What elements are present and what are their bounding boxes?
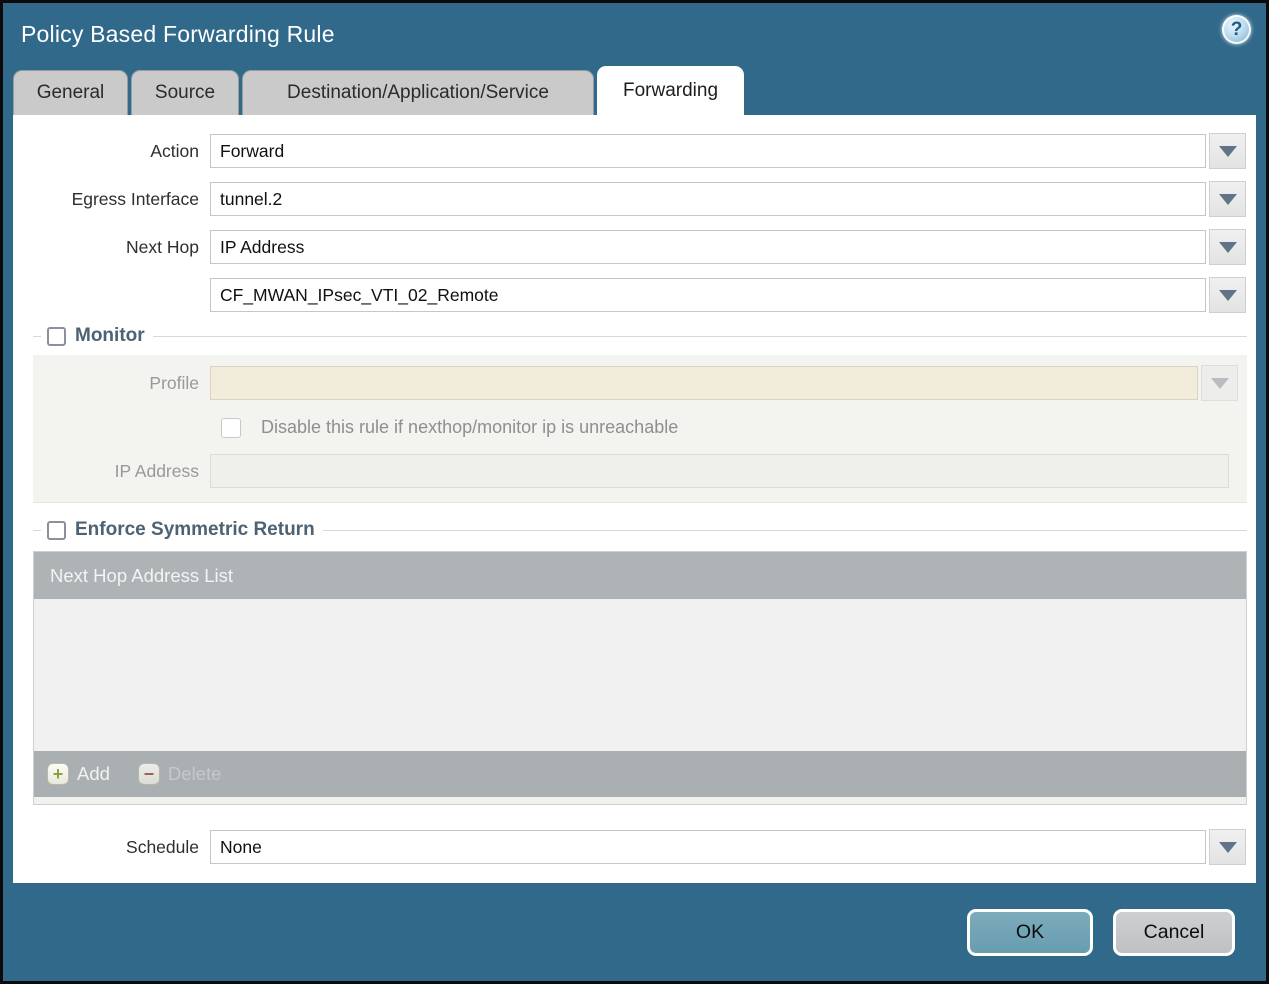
action-row: Action Forward — [13, 133, 1246, 169]
forwarding-tab-panel: Action Forward Egress Interface tunnel.2… — [13, 115, 1256, 883]
chevron-down-icon — [1210, 377, 1229, 389]
next-hop-address-dropdown-button[interactable] — [1209, 277, 1246, 313]
dialog-title: Policy Based Forwarding Rule — [21, 20, 335, 47]
disable-rule-row: Disable this rule if nexthop/monitor ip … — [221, 417, 1238, 438]
next-hop-row: Next Hop IP Address — [13, 229, 1246, 265]
ok-button[interactable]: OK — [967, 908, 1093, 956]
add-button[interactable]: + Add — [47, 763, 110, 785]
egress-interface-label: Egress Interface — [71, 188, 199, 209]
next-hop-select[interactable]: IP Address — [210, 230, 1206, 264]
help-icon[interactable]: ? — [1222, 15, 1251, 44]
disable-rule-label: Disable this rule if nexthop/monitor ip … — [261, 417, 679, 437]
chevron-down-icon — [1218, 241, 1237, 253]
tab-destination-application-service[interactable]: Destination/Application/Service — [242, 70, 594, 115]
egress-interface-row: Egress Interface tunnel.2 — [13, 181, 1246, 217]
action-select[interactable]: Forward — [210, 134, 1206, 168]
schedule-label: Schedule — [126, 836, 199, 857]
monitor-legend-row: Monitor — [33, 325, 1247, 347]
legend-line — [33, 529, 41, 531]
monitor-panel: Profile Disable this rule if nexthop/mon… — [33, 355, 1247, 503]
dialog-footer: OK Cancel — [3, 883, 1266, 981]
enforce-symmetric-return-checkbox[interactable] — [47, 520, 66, 540]
add-button-label: Add — [77, 763, 110, 784]
chevron-down-icon — [1218, 193, 1237, 205]
action-dropdown-button[interactable] — [1209, 133, 1246, 169]
monitor-legend-label: Monitor — [75, 325, 145, 346]
next-hop-address-row: CF_MWAN_IPsec_VTI_02_Remote — [13, 277, 1246, 313]
schedule-row: Schedule None — [13, 829, 1246, 865]
tab-forwarding[interactable]: Forwarding — [597, 66, 744, 115]
table-bottom-strip — [34, 797, 1246, 804]
policy-based-forwarding-dialog: Policy Based Forwarding Rule ? General S… — [0, 0, 1269, 984]
enforce-symmetric-return-section: Enforce Symmetric Return Next Hop Addres… — [33, 519, 1247, 805]
table-body-empty[interactable] — [34, 599, 1246, 751]
next-hop-address-select[interactable]: CF_MWAN_IPsec_VTI_02_Remote — [210, 278, 1206, 312]
legend-line — [322, 529, 1247, 531]
disable-rule-checkbox — [221, 417, 241, 438]
schedule-dropdown-button[interactable] — [1209, 829, 1246, 865]
monitor-profile-select — [210, 366, 1198, 400]
delete-button-label: Delete — [167, 763, 222, 784]
monitor-ip-address-row: IP Address — [33, 454, 1238, 488]
legend-line — [33, 335, 41, 337]
delete-button: − Delete — [137, 763, 222, 785]
monitor-legend: Monitor — [41, 325, 153, 347]
table-header-next-hop-address-list: Next Hop Address List — [34, 552, 1246, 599]
tabstrip: General Source Destination/Application/S… — [3, 65, 1266, 115]
egress-interface-dropdown-button[interactable] — [1209, 181, 1246, 217]
minus-icon: − — [137, 763, 160, 785]
chevron-down-icon — [1218, 289, 1237, 301]
dialog-titlebar: Policy Based Forwarding Rule ? — [3, 3, 1266, 65]
chevron-down-icon — [1218, 841, 1237, 853]
next-hop-address-list-table: Next Hop Address List + Add − Delete — [33, 551, 1247, 805]
monitor-ip-address-input — [210, 454, 1229, 488]
chevron-down-icon — [1218, 145, 1237, 157]
monitor-profile-row: Profile — [33, 365, 1238, 401]
table-footer: + Add − Delete — [34, 751, 1246, 797]
next-hop-label: Next Hop — [126, 236, 199, 257]
cancel-button[interactable]: Cancel — [1113, 908, 1235, 956]
tab-source[interactable]: Source — [131, 70, 239, 115]
monitor-profile-dropdown-button — [1201, 365, 1238, 401]
action-label: Action — [150, 140, 199, 161]
esr-legend: Enforce Symmetric Return — [41, 519, 323, 541]
monitor-profile-label: Profile — [149, 372, 199, 393]
next-hop-dropdown-button[interactable] — [1209, 229, 1246, 265]
esr-legend-row: Enforce Symmetric Return — [33, 519, 1247, 541]
legend-line — [152, 335, 1247, 337]
esr-legend-label: Enforce Symmetric Return — [75, 519, 315, 540]
plus-icon: + — [47, 763, 69, 785]
monitor-section: Monitor Profile Disable this rule if nex… — [33, 325, 1247, 503]
monitor-checkbox[interactable] — [47, 326, 66, 346]
monitor-ip-address-label: IP Address — [114, 460, 199, 481]
tab-general[interactable]: General — [13, 70, 128, 115]
schedule-select[interactable]: None — [210, 830, 1206, 864]
egress-interface-select[interactable]: tunnel.2 — [210, 182, 1206, 216]
